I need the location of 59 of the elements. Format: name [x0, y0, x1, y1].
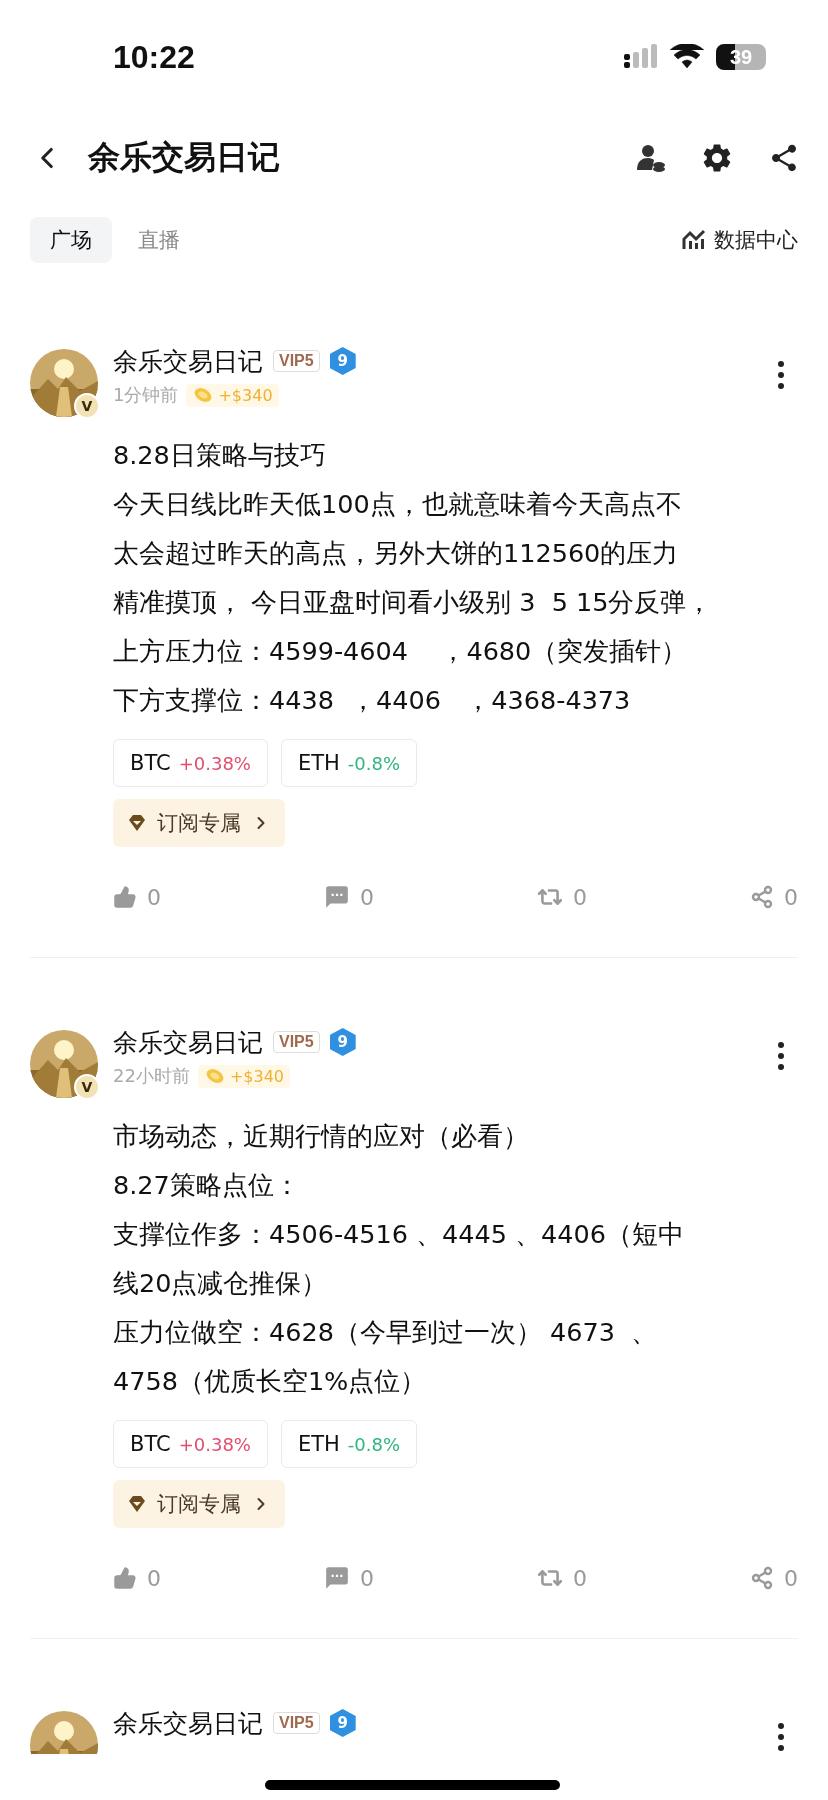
vip-badge: VIP5 [273, 1712, 320, 1734]
share-icon [750, 1566, 774, 1590]
subscribe-button[interactable]: 订阅专属 [113, 799, 285, 847]
ticker-tag[interactable]: BTC +0.38% [113, 1420, 268, 1468]
ticker-tag[interactable]: ETH -0.8% [280, 1420, 418, 1468]
ticker-change: +0.38% [178, 752, 251, 774]
subscribe-button[interactable]: 订阅专属 [113, 1480, 285, 1528]
comment-button[interactable]: 0 [324, 1565, 374, 1591]
more-icon[interactable] [778, 1723, 784, 1751]
like-button[interactable]: 0 [113, 1565, 161, 1591]
thumbs-up-icon [113, 885, 137, 909]
chart-icon [682, 229, 706, 251]
author-name: 余乐交易日记 [113, 345, 263, 378]
comment-icon [324, 884, 350, 910]
ticker-tag[interactable]: BTC +0.38% [113, 739, 268, 787]
more-icon[interactable] [778, 361, 784, 389]
post-text: 8.28日策略与技巧 今天日线比昨天低100点，也就意味着今天高点不 太会超过昨天的高点，另外大饼的112560的压力 精准摸顶， 今日亚盘时间看小级别 3 5 15分反弹， 上方压力位：4599-4604 ，4680（突发插针） 下方支撑位：4438 ，4406 ，4368-4373 [113, 439, 714, 717]
comment-button[interactable]: 0 [324, 884, 374, 910]
more-icon[interactable] [778, 1042, 784, 1070]
ticker-tag[interactable]: ETH -0.8% [280, 739, 418, 787]
signal-icon [624, 44, 658, 70]
clock: 10:22 [113, 38, 195, 76]
ticker-change: -0.8% [347, 1433, 401, 1455]
diamond-icon [127, 1495, 147, 1513]
page-title: 余乐交易日记 [88, 136, 281, 178]
wifi-icon [670, 44, 704, 70]
post-text: 市场动态，近期行情的应对（必看） 8.27策略点位： 支撑位作多：4506-4516 、4445 、4406（短中 线20点减仓推保） 压力位做空：4628（今早到过一次） 4673 、 4758（优质长空1%点位） [113, 1120, 685, 1398]
user-coin-icon[interactable] [636, 142, 666, 173]
author-name: 余乐交易日记 [113, 1707, 263, 1740]
tab[interactable]: 直播 [118, 217, 200, 263]
ticker-symbol: ETH [297, 751, 340, 775]
level-badge: 9 [329, 1709, 356, 1737]
post-time: 22小时前 [113, 1064, 190, 1088]
level-badge: 9 [329, 1028, 356, 1056]
share-button[interactable]: 0 [750, 884, 798, 910]
tab[interactable]: 广场 [30, 217, 112, 263]
data-center-link[interactable]: 数据中心 [682, 226, 798, 254]
verified-badge: V [74, 1074, 100, 1100]
repost-button[interactable]: 0 [537, 1565, 587, 1591]
ticker-change: +0.38% [178, 1433, 251, 1455]
ticker-symbol: BTC [130, 751, 171, 775]
ticker-change: -0.8% [347, 752, 401, 774]
ticker-symbol: ETH [297, 1432, 340, 1456]
share-icon [750, 885, 774, 909]
vip-badge: VIP5 [273, 1031, 320, 1053]
thumbs-up-icon [113, 1566, 137, 1590]
ticker-symbol: BTC [130, 1432, 171, 1456]
repost-button[interactable]: 0 [537, 884, 587, 910]
reward-badge: +$340 [186, 383, 279, 407]
vip-badge: VIP5 [273, 350, 320, 372]
author-name: 余乐交易日记 [113, 1026, 263, 1059]
reward-badge: +$340 [197, 1064, 291, 1088]
comment-icon [324, 1565, 350, 1591]
verified-badge: V [74, 393, 100, 419]
level-badge: 9 [329, 347, 356, 375]
share-button[interactable]: 0 [750, 1565, 798, 1591]
like-button[interactable]: 0 [113, 884, 161, 910]
post-time: 1分钟前 [113, 383, 179, 407]
diamond-icon [127, 814, 147, 832]
